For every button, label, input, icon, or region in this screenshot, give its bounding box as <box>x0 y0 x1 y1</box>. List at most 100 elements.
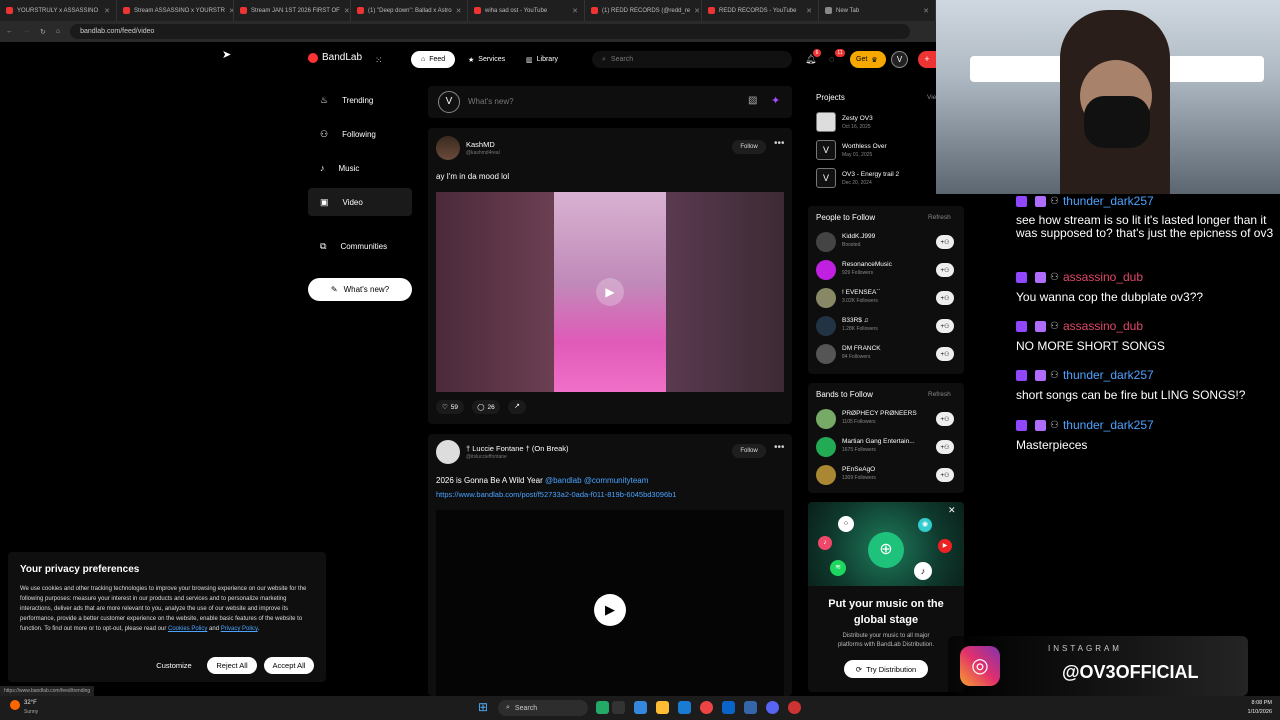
browser-tab[interactable]: YOURSTRULY x ASSASSINO ✕ <box>0 0 117 21</box>
follow-person-button[interactable]: +⚇ <box>936 319 954 333</box>
obs-icon[interactable] <box>788 701 801 714</box>
people-refresh-link[interactable]: Refresh <box>928 214 951 221</box>
person-name[interactable]: ! EVENSEA´´ <box>842 289 881 296</box>
customize-button[interactable]: Customize <box>150 657 198 674</box>
close-tab-icon[interactable]: ✕ <box>104 7 110 15</box>
person-name[interactable]: ResonanceMusic <box>842 261 892 268</box>
browser-tab[interactable]: Stream ASSASSINO x YOURSTR✕ <box>117 0 234 21</box>
message-icon[interactable]: ◌ <box>829 54 834 64</box>
close-tab-icon[interactable]: ✕ <box>456 7 462 15</box>
post-composer[interactable]: V What's new? ▨ ✦ <box>428 86 792 118</box>
close-tab-icon[interactable]: ✕ <box>694 7 700 15</box>
widgets-icon[interactable] <box>596 701 609 714</box>
follow-person-button[interactable]: +⚇ <box>936 235 954 249</box>
project-name[interactable]: Worthless Over <box>842 143 887 150</box>
close-tab-icon[interactable]: ✕ <box>572 7 578 15</box>
follow-button[interactable]: Follow <box>732 140 766 154</box>
browser-tab[interactable]: (1) REDD RECORDS (@redd_re ✕ <box>585 0 702 21</box>
forward-icon[interactable]: → <box>23 28 30 35</box>
follow-button[interactable]: Follow <box>732 444 766 458</box>
discord-icon[interactable] <box>766 701 779 714</box>
edge-icon[interactable] <box>678 701 691 714</box>
person-name[interactable]: DM FRANCK <box>842 345 881 352</box>
store-icon[interactable] <box>722 701 735 714</box>
close-icon[interactable]: ✕ <box>948 505 956 516</box>
task-view-icon[interactable] <box>612 701 625 714</box>
mention-link[interactable]: @communityteam <box>584 476 649 485</box>
video-player[interactable]: ▶ <box>436 510 784 696</box>
privacy-policy-link[interactable]: Privacy Policy <box>221 626 258 632</box>
like-button[interactable]: ♡ 59 <box>436 400 464 414</box>
apps-grid-icon[interactable]: ⁙ <box>375 55 383 66</box>
follow-band-button[interactable]: +⚇ <box>936 440 954 454</box>
image-icon[interactable]: ▨ <box>748 95 757 106</box>
weather-icon[interactable] <box>10 700 20 710</box>
band-name[interactable]: PRØPHECY PRØNEERS <box>842 410 917 417</box>
band-avatar[interactable] <box>816 409 836 429</box>
more-options-icon[interactable]: ••• <box>774 138 785 149</box>
browser-tab[interactable]: Stream JAN 1ST 2026 FIRST OF ✕ <box>234 0 351 21</box>
nav-library-button[interactable]: ▥ Library <box>516 51 568 68</box>
home-icon[interactable]: ⌂ <box>56 28 60 35</box>
sidebar-item-trending[interactable]: ♨ Trending <box>308 86 412 114</box>
band-name[interactable]: Martian Gang Entertain... <box>842 438 915 445</box>
post-author-avatar[interactable] <box>436 440 460 464</box>
chat-username[interactable]: thunder_dark257 <box>1063 418 1154 432</box>
taskbar-search[interactable]: ⌕ Search <box>498 700 588 716</box>
mention-link[interactable]: @bandlab <box>545 476 582 485</box>
band-name[interactable]: PEnSeAgO <box>842 466 875 473</box>
sparkle-icon[interactable]: ✦ <box>771 94 780 107</box>
person-avatar[interactable] <box>816 232 836 252</box>
follow-person-button[interactable]: +⚇ <box>936 263 954 277</box>
nav-services-button[interactable]: ★ Services <box>458 51 515 68</box>
band-avatar[interactable] <box>816 437 836 457</box>
close-tab-icon[interactable]: ✕ <box>344 7 350 15</box>
follow-band-button[interactable]: +⚇ <box>936 412 954 426</box>
close-tab-icon[interactable]: ✕ <box>923 7 929 15</box>
follow-person-button[interactable]: +⚇ <box>936 291 954 305</box>
close-tab-icon[interactable]: ✕ <box>806 7 812 15</box>
play-icon[interactable]: ▶ <box>594 594 626 626</box>
accept-all-button[interactable]: Accept All <box>264 657 314 674</box>
person-avatar[interactable] <box>816 316 836 336</box>
windows-start-icon[interactable]: ⊞ <box>478 701 491 714</box>
try-distribution-button[interactable]: ⟳ Try Distribution <box>844 660 928 678</box>
nav-feed-button[interactable]: ⌂ Feed <box>411 51 456 68</box>
projects-view-all-link[interactable]: Vie <box>927 94 936 101</box>
chat-username[interactable]: assassino_dub <box>1063 270 1143 284</box>
chrome-icon[interactable] <box>700 701 713 714</box>
browser-tab[interactable]: wiha sad ost - YouTube ✕ <box>468 0 585 21</box>
project-name[interactable]: Zesty OV3 <box>842 115 873 122</box>
project-cover[interactable]: V <box>816 140 836 160</box>
comment-button[interactable]: ◯ 26 <box>472 400 500 414</box>
search-input[interactable]: ⌕ Search <box>592 51 792 68</box>
reject-all-button[interactable]: Reject All <box>207 657 257 674</box>
post-author-name[interactable]: † Luccie Fontane † (On Break) <box>466 444 569 453</box>
follow-person-button[interactable]: +⚇ <box>936 347 954 361</box>
person-name[interactable]: KiddK.J999 <box>842 233 875 240</box>
reload-icon[interactable]: ↻ <box>40 28 46 36</box>
band-avatar[interactable] <box>816 465 836 485</box>
bands-refresh-link[interactable]: Refresh <box>928 391 951 398</box>
bandlab-logo[interactable]: BandLab <box>308 52 362 63</box>
project-name[interactable]: OV3 - Energy trail 2 <box>842 171 899 178</box>
person-name[interactable]: B33R$ ♫ <box>842 317 869 324</box>
whats-new-button[interactable]: ✎ What's new? <box>308 278 412 301</box>
share-icon[interactable]: ↗ <box>508 400 526 414</box>
sidebar-item-following[interactable]: ⚇ Following <box>308 120 412 148</box>
app-icon[interactable] <box>744 701 757 714</box>
chat-username[interactable]: assassino_dub <box>1063 319 1143 333</box>
profile-avatar[interactable]: V <box>891 51 908 68</box>
browser-tab[interactable]: REDD RECORDS - YouTube ✕ <box>702 0 819 21</box>
browser-tab[interactable]: (1) "Deep down": Ballad x Astro ✕ <box>351 0 468 21</box>
browser-tab[interactable]: New Tab ✕ <box>819 0 936 21</box>
post-author-name[interactable]: KashMD <box>466 140 495 149</box>
post-author-avatar[interactable] <box>436 136 460 160</box>
project-cover[interactable]: V <box>816 168 836 188</box>
url-field[interactable]: bandlab.com/feed/video <box>70 24 911 39</box>
more-options-icon[interactable]: ••• <box>774 442 785 453</box>
project-cover[interactable] <box>816 112 836 132</box>
copilot-icon[interactable] <box>634 701 647 714</box>
video-player[interactable]: ▶ <box>436 192 784 392</box>
chat-username[interactable]: thunder_dark257 <box>1063 194 1154 208</box>
